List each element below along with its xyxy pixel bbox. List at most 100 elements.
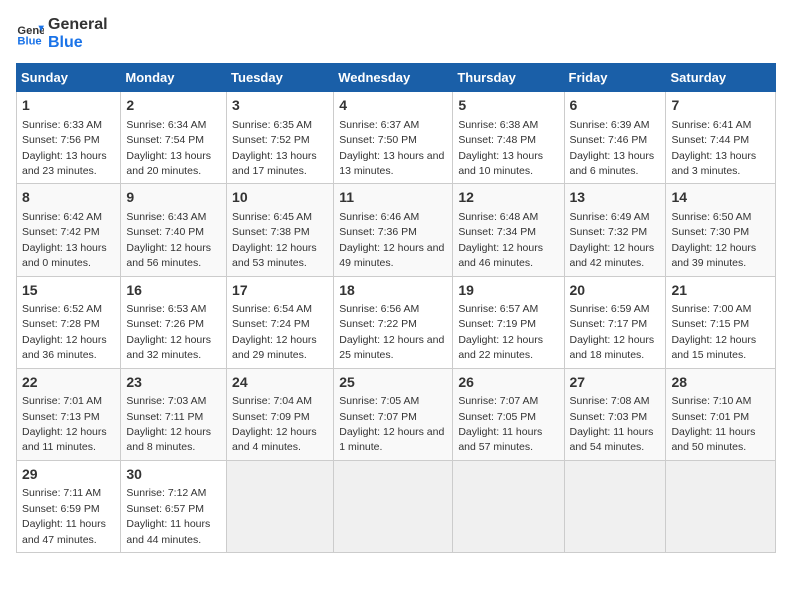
calendar-table: SundayMondayTuesdayWednesdayThursdayFrid…: [16, 63, 776, 553]
sunset: Sunset: 7:22 PM: [339, 318, 417, 330]
sunrise: Sunrise: 7:01 AM: [22, 395, 102, 407]
daylight: Daylight: 13 hours and 3 minutes.: [671, 150, 756, 177]
sunrise: Sunrise: 7:12 AM: [126, 487, 206, 499]
sunset: Sunset: 7:52 PM: [232, 134, 310, 146]
daylight: Daylight: 13 hours and 10 minutes.: [458, 150, 543, 177]
calendar-cell: 21 Sunrise: 7:00 AM Sunset: 7:15 PM Dayl…: [666, 276, 776, 368]
calendar-cell: 29 Sunrise: 7:11 AM Sunset: 6:59 PM Dayl…: [17, 460, 121, 552]
calendar-cell: 9 Sunrise: 6:43 AM Sunset: 7:40 PM Dayli…: [121, 184, 227, 276]
day-header-wednesday: Wednesday: [334, 64, 453, 92]
calendar-cell: [334, 460, 453, 552]
sunrise: Sunrise: 7:04 AM: [232, 395, 312, 407]
sunset: Sunset: 7:56 PM: [22, 134, 100, 146]
sunset: Sunset: 7:05 PM: [458, 411, 536, 423]
sunrise: Sunrise: 6:43 AM: [126, 211, 206, 223]
daylight: Daylight: 12 hours and 39 minutes.: [671, 242, 756, 269]
daylight: Daylight: 11 hours and 47 minutes.: [22, 518, 106, 545]
calendar-cell: 17 Sunrise: 6:54 AM Sunset: 7:24 PM Dayl…: [227, 276, 334, 368]
sunset: Sunset: 7:03 PM: [570, 411, 648, 423]
daylight: Daylight: 13 hours and 20 minutes.: [126, 150, 211, 177]
daylight: Daylight: 13 hours and 13 minutes.: [339, 150, 444, 177]
day-number: 21: [671, 281, 770, 301]
sunset: Sunset: 7:50 PM: [339, 134, 417, 146]
calendar-cell: 27 Sunrise: 7:08 AM Sunset: 7:03 PM Dayl…: [564, 368, 666, 460]
sunrise: Sunrise: 6:46 AM: [339, 211, 419, 223]
sunset: Sunset: 6:59 PM: [22, 503, 100, 515]
day-number: 8: [22, 188, 115, 208]
sunset: Sunset: 7:54 PM: [126, 134, 204, 146]
sunrise: Sunrise: 6:56 AM: [339, 303, 419, 315]
daylight: Daylight: 11 hours and 57 minutes.: [458, 426, 542, 453]
day-number: 30: [126, 465, 221, 485]
day-number: 4: [339, 96, 447, 116]
sunrise: Sunrise: 6:48 AM: [458, 211, 538, 223]
day-header-friday: Friday: [564, 64, 666, 92]
sunrise: Sunrise: 6:34 AM: [126, 119, 206, 131]
daylight: Daylight: 12 hours and 42 minutes.: [570, 242, 655, 269]
calendar-cell: [564, 460, 666, 552]
daylight: Daylight: 12 hours and 15 minutes.: [671, 334, 756, 361]
calendar-cell: 7 Sunrise: 6:41 AM Sunset: 7:44 PM Dayli…: [666, 92, 776, 184]
day-number: 25: [339, 373, 447, 393]
sunset: Sunset: 7:44 PM: [671, 134, 749, 146]
calendar-cell: 1 Sunrise: 6:33 AM Sunset: 7:56 PM Dayli…: [17, 92, 121, 184]
calendar-cell: 3 Sunrise: 6:35 AM Sunset: 7:52 PM Dayli…: [227, 92, 334, 184]
day-number: 1: [22, 96, 115, 116]
sunset: Sunset: 7:32 PM: [570, 226, 648, 238]
day-number: 15: [22, 281, 115, 301]
sunset: Sunset: 7:19 PM: [458, 318, 536, 330]
day-number: 19: [458, 281, 558, 301]
calendar-cell: 24 Sunrise: 7:04 AM Sunset: 7:09 PM Dayl…: [227, 368, 334, 460]
calendar-cell: 22 Sunrise: 7:01 AM Sunset: 7:13 PM Dayl…: [17, 368, 121, 460]
sunrise: Sunrise: 6:49 AM: [570, 211, 650, 223]
sunrise: Sunrise: 7:10 AM: [671, 395, 751, 407]
calendar-header-row: SundayMondayTuesdayWednesdayThursdayFrid…: [17, 64, 776, 92]
sunrise: Sunrise: 6:45 AM: [232, 211, 312, 223]
calendar-week-2: 8 Sunrise: 6:42 AM Sunset: 7:42 PM Dayli…: [17, 184, 776, 276]
day-number: 29: [22, 465, 115, 485]
sunrise: Sunrise: 6:57 AM: [458, 303, 538, 315]
day-number: 24: [232, 373, 328, 393]
calendar-week-4: 22 Sunrise: 7:01 AM Sunset: 7:13 PM Dayl…: [17, 368, 776, 460]
daylight: Daylight: 12 hours and 46 minutes.: [458, 242, 543, 269]
logo-icon: General Blue: [16, 20, 44, 48]
sunset: Sunset: 7:07 PM: [339, 411, 417, 423]
sunset: Sunset: 7:11 PM: [126, 411, 203, 423]
calendar-body: 1 Sunrise: 6:33 AM Sunset: 7:56 PM Dayli…: [17, 92, 776, 553]
sunrise: Sunrise: 7:08 AM: [570, 395, 650, 407]
sunset: Sunset: 7:28 PM: [22, 318, 100, 330]
calendar-cell: 25 Sunrise: 7:05 AM Sunset: 7:07 PM Dayl…: [334, 368, 453, 460]
day-header-monday: Monday: [121, 64, 227, 92]
sunset: Sunset: 7:26 PM: [126, 318, 204, 330]
sunrise: Sunrise: 6:53 AM: [126, 303, 206, 315]
day-number: 28: [671, 373, 770, 393]
day-number: 23: [126, 373, 221, 393]
daylight: Daylight: 12 hours and 25 minutes.: [339, 334, 444, 361]
daylight: Daylight: 12 hours and 36 minutes.: [22, 334, 107, 361]
logo-text-blue: Blue: [48, 34, 108, 52]
sunrise: Sunrise: 6:39 AM: [570, 119, 650, 131]
sunset: Sunset: 7:36 PM: [339, 226, 417, 238]
sunrise: Sunrise: 6:33 AM: [22, 119, 102, 131]
calendar-week-1: 1 Sunrise: 6:33 AM Sunset: 7:56 PM Dayli…: [17, 92, 776, 184]
calendar-cell: 6 Sunrise: 6:39 AM Sunset: 7:46 PM Dayli…: [564, 92, 666, 184]
daylight: Daylight: 11 hours and 50 minutes.: [671, 426, 755, 453]
calendar-cell: 18 Sunrise: 6:56 AM Sunset: 7:22 PM Dayl…: [334, 276, 453, 368]
daylight: Daylight: 13 hours and 23 minutes.: [22, 150, 107, 177]
calendar-cell: 16 Sunrise: 6:53 AM Sunset: 7:26 PM Dayl…: [121, 276, 227, 368]
daylight: Daylight: 13 hours and 17 minutes.: [232, 150, 317, 177]
day-number: 20: [570, 281, 661, 301]
day-header-saturday: Saturday: [666, 64, 776, 92]
daylight: Daylight: 12 hours and 18 minutes.: [570, 334, 655, 361]
day-number: 27: [570, 373, 661, 393]
page-header: General Blue General Blue: [16, 16, 776, 51]
daylight: Daylight: 11 hours and 54 minutes.: [570, 426, 654, 453]
sunrise: Sunrise: 6:42 AM: [22, 211, 102, 223]
sunset: Sunset: 7:13 PM: [22, 411, 100, 423]
sunset: Sunset: 6:57 PM: [126, 503, 204, 515]
day-header-sunday: Sunday: [17, 64, 121, 92]
sunset: Sunset: 7:42 PM: [22, 226, 100, 238]
day-number: 2: [126, 96, 221, 116]
calendar-cell: [666, 460, 776, 552]
calendar-cell: 19 Sunrise: 6:57 AM Sunset: 7:19 PM Dayl…: [453, 276, 564, 368]
